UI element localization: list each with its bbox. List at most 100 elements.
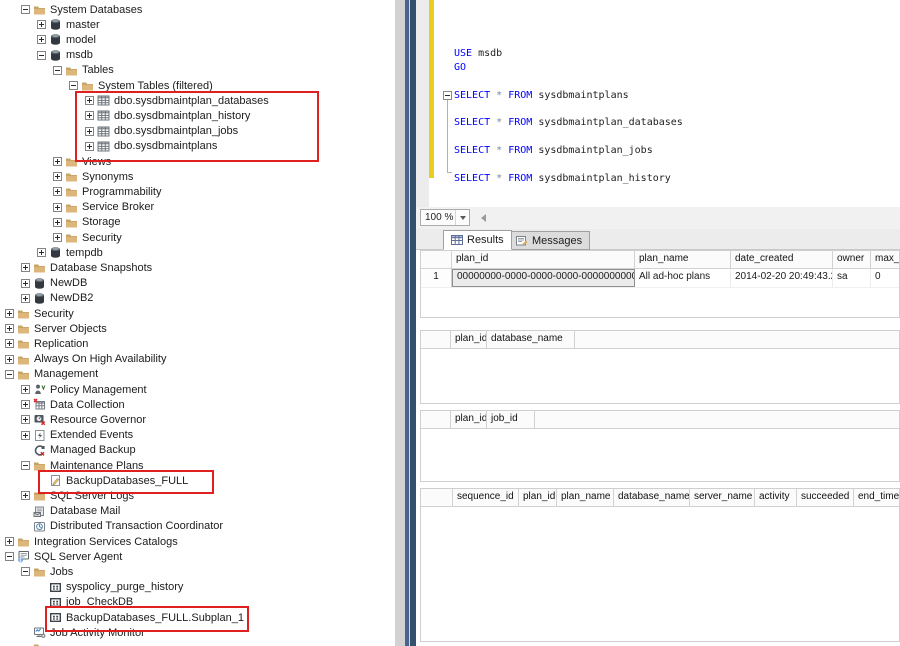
expander-plus-icon[interactable]: [5, 537, 14, 546]
tree-item-views[interactable]: Views: [0, 154, 395, 169]
column-header-plan-name[interactable]: plan_name: [557, 489, 614, 506]
tree-item-syspolicy-purge-history[interactable]: syspolicy_purge_history: [0, 580, 395, 595]
pane-splitter[interactable]: [405, 0, 416, 646]
expander-plus-icon[interactable]: [53, 218, 62, 227]
tree-item-replication[interactable]: Replication: [0, 336, 395, 351]
tree-item-managed-backup[interactable]: Managed Backup: [0, 443, 395, 458]
expander-plus-icon[interactable]: [5, 339, 14, 348]
zoom-combobox[interactable]: 100 %: [420, 209, 470, 226]
column-header-activity[interactable]: activity: [755, 489, 797, 506]
expander-plus-icon[interactable]: [85, 111, 94, 120]
column-header-succeeded[interactable]: succeeded: [797, 489, 854, 506]
expander-minus-icon[interactable]: [21, 567, 30, 576]
tree-item-dbo-sysdbmaintplan-jobs[interactable]: dbo.sysdbmaintplan_jobs: [0, 124, 395, 139]
tree-item-database-snapshots[interactable]: Database Snapshots: [0, 260, 395, 275]
tree-item-job-activity-monitor[interactable]: Job Activity Monitor: [0, 625, 395, 640]
row-number[interactable]: 1: [421, 269, 452, 287]
tree-item-model[interactable]: model: [0, 32, 395, 47]
column-header-plan-id[interactable]: plan_id: [451, 331, 487, 348]
tree-item-dbo-sysdbmaintplan-databases[interactable]: dbo.sysdbmaintplan_databases: [0, 93, 395, 108]
expander-plus-icon[interactable]: [53, 203, 62, 212]
grid-cell-selected[interactable]: 00000000-0000-0000-0000-000000000000: [452, 269, 635, 287]
tab-messages[interactable]: Messages: [508, 231, 590, 250]
tree-item-item[interactable]: [0, 640, 395, 646]
expander-plus-icon[interactable]: [21, 491, 30, 500]
row-header-corner[interactable]: [421, 251, 452, 268]
tree-item-storage[interactable]: Storage: [0, 215, 395, 230]
expander-plus-icon[interactable]: [53, 233, 62, 242]
expander-plus-icon[interactable]: [21, 415, 30, 424]
tree-item-server-objects[interactable]: Server Objects: [0, 321, 395, 336]
grid-cell[interactable]: 2014-02-20 20:49:43.217: [731, 269, 833, 287]
tree-item-system-tables-filtered[interactable]: System Tables (filtered): [0, 78, 395, 93]
expander-plus-icon[interactable]: [53, 172, 62, 181]
chevron-down-icon[interactable]: [455, 210, 469, 225]
expander-plus-icon[interactable]: [85, 96, 94, 105]
code-line[interactable]: USE msdb: [454, 47, 683, 61]
code-line[interactable]: [454, 6, 683, 20]
expander-plus-icon[interactable]: [53, 157, 62, 166]
tree-item-data-collection[interactable]: Data Collection: [0, 397, 395, 412]
tree-item-backupdatabases-full-subplan-1[interactable]: BackupDatabases_FULL.Subplan_1: [0, 610, 395, 625]
expander-plus-icon[interactable]: [21, 431, 30, 440]
expander-minus-icon[interactable]: [21, 461, 30, 470]
tree-item-newdb2[interactable]: NewDB2: [0, 291, 395, 306]
expander-minus-icon[interactable]: [5, 370, 14, 379]
sql-code[interactable]: USE msdbGOSELECT * FROM sysdbmaintplansS…: [454, 6, 683, 185]
code-line[interactable]: SELECT * FROM sysdbmaintplan_jobs: [454, 144, 683, 158]
tree-item-jobs[interactable]: Jobs: [0, 564, 395, 579]
expander-plus-icon[interactable]: [21, 400, 30, 409]
tree-item-newdb[interactable]: NewDB: [0, 276, 395, 291]
tree-item-master[interactable]: master: [0, 17, 395, 32]
scrollbar-track[interactable]: [395, 0, 405, 646]
tree-item-sql-server-logs[interactable]: SQL Server Logs: [0, 488, 395, 503]
column-header-database-name[interactable]: database_name: [487, 331, 575, 348]
column-header-job-id[interactable]: job_id: [487, 411, 535, 428]
tree-item-dbo-sysdbmaintplan-history[interactable]: dbo.sysdbmaintplan_history: [0, 108, 395, 123]
tree-item-tables[interactable]: Tables: [0, 63, 395, 78]
expander-minus-icon[interactable]: [37, 51, 46, 60]
expander-plus-icon[interactable]: [5, 324, 14, 333]
tree-item-security[interactable]: Security: [0, 230, 395, 245]
code-line[interactable]: [454, 75, 683, 89]
column-header-plan-name[interactable]: plan_name: [635, 251, 731, 268]
code-line[interactable]: [454, 130, 683, 144]
tree-item-distributed-transaction-coordinator[interactable]: Distributed Transaction Coordinator: [0, 519, 395, 534]
code-line[interactable]: [454, 34, 683, 48]
query-editor[interactable]: USE msdbGOSELECT * FROM sysdbmaintplansS…: [416, 0, 900, 207]
tree-item-sql-server-agent[interactable]: SQL Server Agent: [0, 549, 395, 564]
grid-cell[interactable]: 0: [871, 269, 900, 287]
grid-cell[interactable]: All ad-hoc plans: [635, 269, 731, 287]
column-header-end-time[interactable]: end_time: [854, 489, 900, 506]
tree-item-system-databases[interactable]: System Databases: [0, 2, 395, 17]
code-line[interactable]: GO: [454, 61, 683, 75]
expander-plus-icon[interactable]: [85, 127, 94, 136]
tree-item-integration-services-catalogs[interactable]: Integration Services Catalogs: [0, 534, 395, 549]
row-header-corner[interactable]: [421, 489, 453, 506]
expander-plus-icon[interactable]: [5, 355, 14, 364]
expander-plus-icon[interactable]: [21, 385, 30, 394]
tree-item-resource-governor[interactable]: Resource Governor: [0, 412, 395, 427]
tree-item-policy-management[interactable]: Policy Management: [0, 382, 395, 397]
expander-plus-icon[interactable]: [21, 263, 30, 272]
tree-item-extended-events[interactable]: Extended Events: [0, 428, 395, 443]
code-line[interactable]: [454, 20, 683, 34]
row-header-corner[interactable]: [421, 411, 451, 428]
row-header-corner[interactable]: [421, 331, 451, 348]
code-line[interactable]: [454, 158, 683, 172]
expander-plus-icon[interactable]: [53, 187, 62, 196]
tree-item-management[interactable]: Management: [0, 367, 395, 382]
expander-plus-icon[interactable]: [21, 294, 30, 303]
expander-plus-icon[interactable]: [37, 35, 46, 44]
tree-item-synonyms[interactable]: Synonyms: [0, 169, 395, 184]
code-line[interactable]: SELECT * FROM sysdbmaintplan_databases: [454, 116, 683, 130]
tree-item-maintenance-plans[interactable]: Maintenance Plans: [0, 458, 395, 473]
tree-item-job-checkdb[interactable]: job_CheckDB: [0, 595, 395, 610]
tree-item-service-broker[interactable]: Service Broker: [0, 200, 395, 215]
tree-item-backupdatabases-full[interactable]: BackupDatabases_FULL: [0, 473, 395, 488]
column-header-owner[interactable]: owner: [833, 251, 871, 268]
scroll-left-icon[interactable]: [476, 211, 490, 225]
column-header-max-hi[interactable]: max_hi: [871, 251, 900, 268]
tree-item-msdb[interactable]: msdb: [0, 48, 395, 63]
tree-item-security[interactable]: Security: [0, 306, 395, 321]
